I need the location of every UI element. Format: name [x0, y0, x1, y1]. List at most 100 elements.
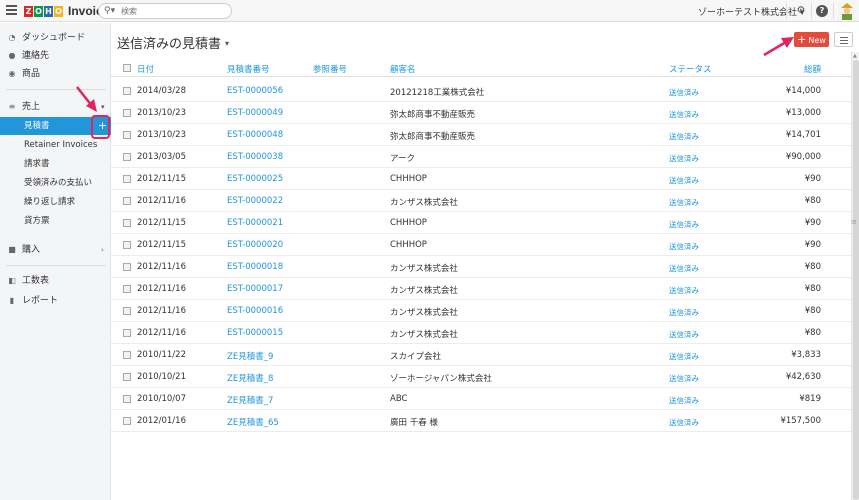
table-row[interactable]: 2010/10/21 ZE見積書_8 ゾーホージャパン株式会社 送信済み ¥42,630: [111, 366, 851, 388]
table-row[interactable]: 2013/10/23 EST-0000048 弥太郎商事不動産販売 送信済み ¥14,7…: [111, 124, 851, 146]
sidebar-item-timesheet[interactable]: ◧ 工数表: [0, 272, 111, 290]
row-checkbox[interactable]: [123, 263, 131, 271]
status-cell: 送信済み: [669, 396, 699, 405]
search-box[interactable]: ⚲▾: [98, 3, 232, 19]
customer-cell: 廣田 千春 様: [390, 418, 438, 428]
sidebar-item-recurring-invoices[interactable]: 繰り返し請求: [0, 193, 111, 211]
sidebar-item-estimates[interactable]: 見積書: [0, 117, 94, 135]
estimate-number-link[interactable]: EST-0000015: [227, 328, 283, 338]
column-header-date[interactable]: 日付: [137, 63, 154, 75]
column-header-status[interactable]: ステータス: [669, 63, 712, 75]
table-row[interactable]: 2012/11/16 EST-0000016 カンザス株式会社 送信済み ¥80: [111, 300, 851, 322]
customer-cell: カンザス株式会社: [390, 198, 458, 208]
table-header: 日付 見積書番号 参照番号 顧客名 ステータス 総額: [111, 60, 851, 77]
table-row[interactable]: 2012/11/15 EST-0000021 CHHHOP 送信済み ¥90: [111, 212, 851, 234]
sidebar-item-purchases[interactable]: ■ 購入 ›: [0, 241, 111, 259]
row-checkbox[interactable]: [123, 241, 131, 249]
table-row[interactable]: 2012/11/15 EST-0000025 CHHHOP 送信済み ¥90: [111, 168, 851, 190]
estimate-number-link[interactable]: EST-0000048: [227, 130, 283, 140]
chevron-down-icon[interactable]: ▾: [225, 39, 229, 48]
table-row[interactable]: 2012/11/16 EST-0000022 カンザス株式会社 送信済み ¥80: [111, 190, 851, 212]
sidebar-item-reports[interactable]: ▮ レポート: [0, 292, 111, 310]
row-checkbox[interactable]: [123, 307, 131, 315]
column-header-amount[interactable]: 総額: [804, 63, 821, 75]
amount-cell: ¥90: [804, 240, 821, 250]
row-checkbox[interactable]: [123, 153, 131, 161]
organization-dropdown[interactable]: ゾーホーテスト株式会社 ▾: [698, 5, 804, 18]
table-row[interactable]: 2012/11/16 EST-0000018 カンザス株式会社 送信済み ¥80: [111, 256, 851, 278]
row-checkbox[interactable]: [123, 197, 131, 205]
estimate-number-link[interactable]: EST-0000056: [227, 86, 283, 96]
amount-cell: ¥14,701: [785, 130, 821, 140]
row-checkbox[interactable]: [123, 351, 131, 359]
hamburger-menu-icon[interactable]: [6, 5, 17, 16]
sidebar-item-contacts[interactable]: ● 連絡先: [0, 47, 111, 65]
row-checkbox[interactable]: [123, 329, 131, 337]
estimate-number-link[interactable]: EST-0000038: [227, 152, 283, 162]
row-checkbox[interactable]: [123, 175, 131, 183]
row-checkbox[interactable]: [123, 373, 131, 381]
row-checkbox[interactable]: [123, 87, 131, 95]
chevron-right-icon[interactable]: ›: [101, 241, 104, 259]
reports-icon: ▮: [9, 296, 15, 305]
estimate-number-link[interactable]: EST-0000017: [227, 284, 283, 294]
sidebar-item-credit-notes[interactable]: 貸方票: [0, 212, 111, 230]
row-checkbox[interactable]: [123, 109, 131, 117]
column-header-estimate-number[interactable]: 見積書番号: [227, 63, 270, 75]
scrollbar[interactable]: ▲: [851, 52, 859, 500]
amount-cell: ¥42,630: [785, 372, 821, 382]
estimate-number-link[interactable]: EST-0000016: [227, 306, 283, 316]
sidebar-item-payments-received[interactable]: 受領済みの支払い: [0, 174, 111, 192]
user-avatar-icon[interactable]: [838, 2, 856, 20]
search-input[interactable]: [121, 5, 225, 17]
new-button[interactable]: + New: [794, 32, 829, 47]
estimate-number-link[interactable]: EST-0000025: [227, 174, 283, 184]
table-row[interactable]: 2012/01/16 ZE見積書_65 廣田 千春 様 送信済み ¥157,500: [111, 410, 851, 432]
row-checkbox[interactable]: [123, 417, 131, 425]
estimate-number-link[interactable]: EST-0000022: [227, 196, 283, 206]
row-checkbox[interactable]: [123, 285, 131, 293]
sidebar-item-invoices[interactable]: 請求書: [0, 155, 111, 173]
sidebar-item-dashboard[interactable]: ◔ ダッシュボード: [0, 29, 111, 47]
estimate-number-link[interactable]: ZE見積書_65: [227, 416, 279, 428]
estimate-number-link[interactable]: ZE見積書_8: [227, 372, 273, 384]
select-all-checkbox[interactable]: [123, 64, 131, 72]
table-row[interactable]: 2014/03/28 EST-0000056 20121218工業株式会社 送信済み ¥…: [111, 80, 851, 102]
app-logo[interactable]: Z O H O Invoice: [24, 4, 109, 18]
customer-cell: カンザス株式会社: [390, 330, 458, 340]
dashboard-icon: ◔: [8, 33, 16, 42]
amount-cell: ¥14,000: [785, 86, 821, 96]
estimate-number-link[interactable]: EST-0000049: [227, 108, 283, 118]
scroll-up-icon[interactable]: ▲: [853, 53, 857, 59]
table-row[interactable]: 2012/11/15 EST-0000020 CHHHOP 送信済み ¥90: [111, 234, 851, 256]
column-header-customer[interactable]: 顧客名: [390, 63, 416, 75]
sidebar-item-items[interactable]: ◉ 商品: [0, 65, 111, 83]
more-menu-button[interactable]: [834, 32, 853, 47]
search-icon[interactable]: ⚲▾: [104, 6, 115, 16]
scrollbar-thumb[interactable]: [853, 60, 859, 500]
amount-cell: ¥13,000: [785, 108, 821, 118]
resize-grip-icon[interactable]: ≡: [851, 218, 857, 226]
column-header-reference[interactable]: 参照番号: [313, 63, 347, 75]
estimate-number-link[interactable]: EST-0000021: [227, 218, 283, 228]
table-row[interactable]: 2010/11/22 ZE見積書_9 スカイプ会社 送信済み ¥3,833: [111, 344, 851, 366]
estimate-number-link[interactable]: EST-0000018: [227, 262, 283, 272]
chevron-down-icon[interactable]: ▾: [101, 98, 105, 116]
table-row[interactable]: 2012/11/16 EST-0000015 カンザス株式会社 送信済み ¥80: [111, 322, 851, 344]
row-checkbox[interactable]: [123, 131, 131, 139]
row-checkbox[interactable]: [123, 395, 131, 403]
estimate-number-link[interactable]: EST-0000020: [227, 240, 283, 250]
table-row[interactable]: 2010/10/07 ZE見積書_7 ABC 送信済み ¥819: [111, 388, 851, 410]
table-row[interactable]: 2013/03/05 EST-0000038 アーク 送信済み ¥90,000: [111, 146, 851, 168]
top-bar: Z O H O Invoice ⚲▾ ゾーホーテスト株式会社 ▾ ⚙ ?: [0, 0, 859, 22]
table-row[interactable]: 2012/11/16 EST-0000017 カンザス株式会社 送信済み ¥80: [111, 278, 851, 300]
sidebar-divider: [6, 265, 106, 266]
gear-icon[interactable]: ⚙: [795, 5, 807, 17]
estimate-number-link[interactable]: ZE見積書_9: [227, 350, 273, 362]
estimate-number-link[interactable]: ZE見積書_7: [227, 394, 273, 406]
sidebar-item-label: 請求書: [24, 159, 50, 169]
page-title[interactable]: 送信済みの見積書 ▾: [117, 33, 229, 52]
table-row[interactable]: 2013/10/23 EST-0000049 弥太郎商事不動産販売 送信済み ¥13,0…: [111, 102, 851, 124]
help-icon[interactable]: ?: [816, 5, 828, 17]
row-checkbox[interactable]: [123, 219, 131, 227]
